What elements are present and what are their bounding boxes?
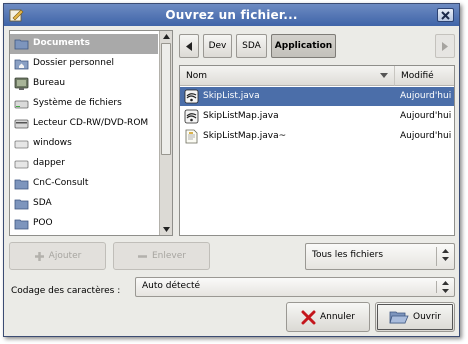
drive-icon [14, 160, 29, 169]
open-button-label: Ouvrir [412, 312, 441, 322]
scroll-down-button[interactable] [161, 224, 172, 235]
arrow-down-icon [163, 227, 170, 232]
file-row[interactable]: SkipListMap.java Aujourd'hui [180, 107, 454, 126]
folder-icon [14, 39, 29, 50]
minus-icon [138, 254, 147, 258]
folder-icon [14, 199, 29, 210]
place-item-poo[interactable]: POO [10, 214, 158, 234]
place-label: Documents [33, 38, 90, 48]
scroll-up-button[interactable] [161, 31, 172, 42]
path-button-label: Dev [208, 41, 227, 51]
up-down-arrows-icon [442, 249, 449, 261]
encoding-value: Auto détecté [142, 281, 201, 291]
column-label: Modifié [401, 71, 434, 81]
harddisk-icon [14, 100, 29, 109]
path-button-application[interactable]: Application [271, 34, 336, 58]
file-list[interactable]: Nom Modifié SkipList.java Aujourd'hui Sk… [179, 65, 455, 236]
file-modified: Aujourd'hui [400, 111, 452, 121]
place-label: windows [33, 138, 72, 148]
java-file-icon [184, 109, 199, 124]
column-header-name[interactable]: Nom [180, 66, 395, 86]
cancel-x-icon [301, 310, 316, 324]
places-sidebar[interactable]: Documents Dossier personnel Bureau Systè… [9, 30, 173, 236]
combo-separator [436, 281, 437, 293]
text-file-icon [185, 129, 198, 144]
place-label: CnC-Consult [33, 178, 89, 188]
place-item-sda[interactable]: SDA [10, 194, 158, 214]
file-name: SkipListMap.java [203, 111, 279, 121]
add-bookmark-button[interactable]: Ajouter [9, 242, 106, 270]
cdrom-drive-icon [14, 119, 29, 129]
desktop-icon [14, 77, 29, 90]
place-item-documents[interactable]: Documents [10, 34, 158, 54]
remove-button-label: Enlever [152, 251, 186, 261]
cancel-button-label: Annuler [319, 312, 355, 322]
remove-bookmark-button[interactable]: Enlever [113, 242, 210, 270]
file-filter-select[interactable]: Tous les fichiers [305, 243, 455, 270]
scrollbar-thumb[interactable] [161, 43, 171, 155]
place-label: SDA [33, 198, 52, 208]
place-item-filesystem[interactable]: Système de fichiers [10, 94, 158, 114]
cancel-button[interactable]: Annuler [286, 302, 370, 332]
places-scrollbar[interactable] [159, 31, 172, 235]
place-label: Bureau [33, 78, 66, 88]
file-row[interactable]: SkipList.java Aujourd'hui [180, 87, 454, 106]
arrow-right-icon [442, 41, 448, 51]
place-label: Système de fichiers [33, 98, 122, 108]
folder-icon [14, 179, 29, 190]
combo-separator [436, 247, 437, 266]
column-header-modified[interactable]: Modifié [395, 66, 454, 86]
path-button-label: Application [274, 41, 333, 51]
file-filter-value: Tous les fichiers [312, 250, 384, 260]
home-folder-icon [14, 59, 29, 70]
path-button-dev[interactable]: Dev [203, 34, 232, 58]
place-item-windows[interactable]: windows [10, 134, 158, 154]
file-modified: Aujourd'hui [400, 131, 452, 141]
file-name: SkipListMap.java~ [203, 131, 287, 141]
path-button-label: SDA [242, 41, 261, 51]
sort-descending-icon [380, 73, 388, 78]
file-chooser-dialog: Ouvrez un fichier... Documents Dossier p… [3, 3, 460, 337]
close-icon [441, 10, 450, 20]
place-item-cnc-consult[interactable]: CnC-Consult [10, 174, 158, 194]
path-forward-button[interactable] [435, 34, 455, 58]
place-label: Lecteur CD-RW/DVD-ROM [33, 118, 149, 128]
path-back-button[interactable] [179, 34, 199, 58]
place-item-dapper[interactable]: dapper [10, 154, 158, 174]
title-bar[interactable]: Ouvrez un fichier... [4, 4, 459, 26]
open-button[interactable]: Ouvrir [375, 302, 455, 332]
place-label: POO [33, 218, 53, 228]
place-item-cdrom[interactable]: Lecteur CD-RW/DVD-ROM [10, 114, 158, 134]
file-name: SkipList.java [203, 91, 260, 101]
window-title: Ouvrez un fichier... [165, 8, 298, 22]
arrow-left-icon [186, 41, 192, 51]
close-button[interactable] [437, 8, 454, 22]
place-item-home[interactable]: Dossier personnel [10, 54, 158, 74]
up-down-arrows-icon [442, 281, 449, 293]
place-label: dapper [33, 158, 65, 168]
folder-icon [14, 219, 29, 230]
path-button-sda[interactable]: SDA [236, 34, 267, 58]
file-row[interactable]: SkipListMap.java~ Aujourd'hui [180, 127, 454, 146]
add-button-label: Ajouter [48, 251, 82, 261]
plus-icon [34, 251, 44, 261]
column-label: Nom [186, 71, 208, 81]
arrow-up-icon [163, 34, 170, 39]
place-label: Dossier personnel [33, 58, 115, 68]
open-folder-icon [389, 311, 409, 324]
file-modified: Aujourd'hui [400, 91, 452, 101]
drive-icon [14, 140, 29, 149]
place-item-desktop[interactable]: Bureau [10, 74, 158, 94]
encoding-label: Codage des caractères : [11, 286, 121, 296]
encoding-select[interactable]: Auto détecté [135, 277, 455, 297]
java-file-icon [184, 89, 199, 104]
